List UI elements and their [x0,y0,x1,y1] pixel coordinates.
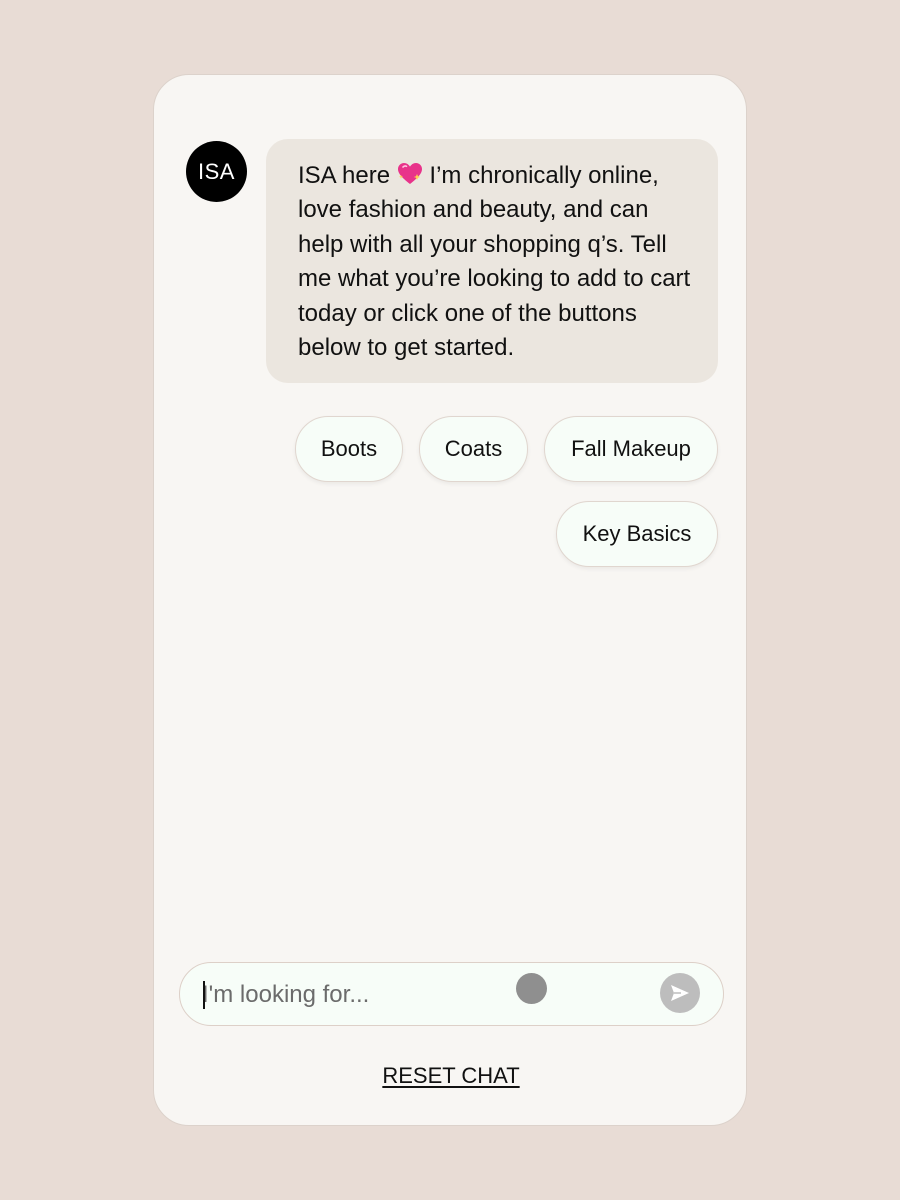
send-button[interactable] [660,973,700,1013]
assistant-message-bubble: ISA here I’m chronically online, love fa… [266,139,718,383]
message-input[interactable] [200,963,644,1027]
quick-reply-boots[interactable]: Boots [295,416,403,482]
sparkling-heart-icon [397,163,422,184]
reset-chat-link[interactable]: RESET CHAT [154,1063,748,1089]
greeting-intro: ISA here [298,162,391,189]
pointer-cursor-indicator [516,973,547,1004]
assistant-avatar: ISA [186,141,247,202]
avatar-label: ISA [198,158,235,184]
page: ISA ISA here I’m chronically online, lov… [0,0,900,1200]
quick-reply-key-basics[interactable]: Key Basics [556,501,718,567]
quick-reply-coats[interactable]: Coats [419,416,528,482]
text-caret [203,981,205,1009]
chat-window: ISA ISA here I’m chronically online, lov… [153,74,747,1126]
send-arrow-icon [671,985,689,1001]
message-composer [179,962,724,1027]
greeting-body: I’m chronically online, love fashion and… [298,162,691,362]
quick-reply-fall-makeup[interactable]: Fall Makeup [544,416,718,482]
